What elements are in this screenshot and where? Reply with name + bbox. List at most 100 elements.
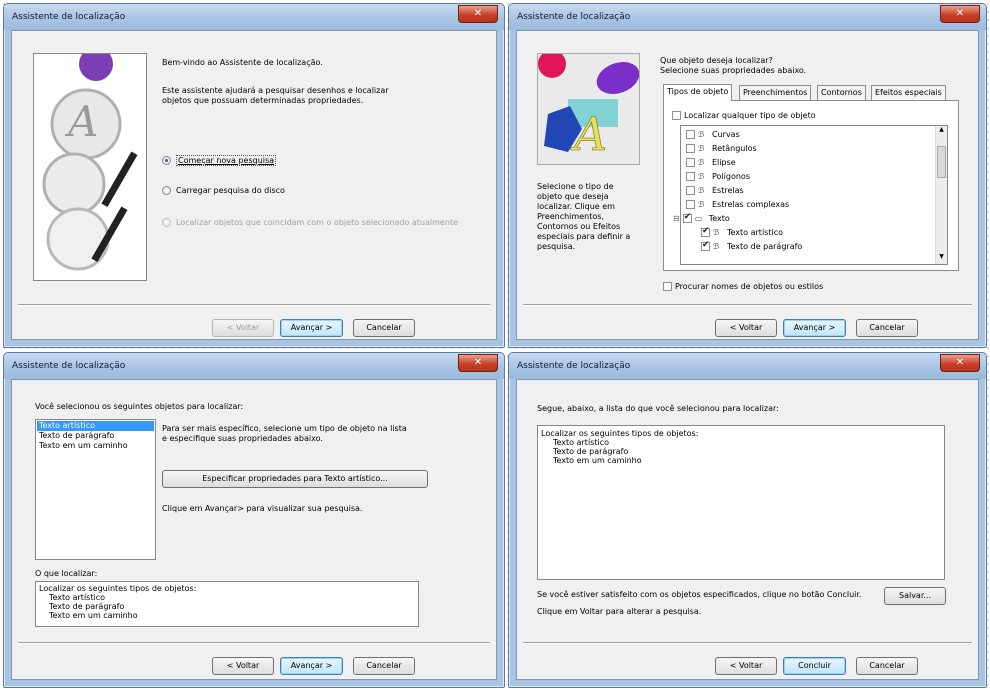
radio-match-selected: Localizar objetos que coincidam com o ob…	[162, 218, 458, 227]
window-title: Assistente de localização	[517, 361, 631, 371]
separator	[523, 642, 972, 644]
list-item[interactable]: Texto artístico	[37, 421, 154, 431]
title-bar[interactable]: Assistente de localização ✕	[509, 4, 986, 30]
next-button[interactable]: Avançar >	[783, 319, 846, 337]
tab-special-effects[interactable]: Efeitos especiais	[871, 85, 946, 100]
tree-label: Texto artístico	[727, 228, 783, 237]
checkbox-indicator[interactable]	[682, 212, 692, 223]
scroll-thumb[interactable]	[937, 146, 946, 178]
radio-indicator[interactable]	[162, 186, 171, 195]
radio-new-search[interactable]: Começar nova pesquisa	[162, 155, 277, 166]
ellipse-icon: ℬ	[698, 158, 705, 167]
search-names-checkbox[interactable]: Procurar nomes de objetos ou estilos	[663, 282, 823, 291]
close-button[interactable]: ✕	[940, 5, 980, 23]
tree-label: Retângulos	[712, 144, 757, 153]
scroll-up-icon[interactable]: ▲	[936, 126, 947, 137]
summary-line: Texto artístico	[49, 593, 105, 602]
list-item[interactable]: Texto em um caminho	[37, 441, 128, 451]
radio-load-search[interactable]: Carregar pesquisa do disco	[162, 186, 285, 195]
back-button[interactable]: < Voltar	[715, 319, 777, 337]
window-title: Assistente de localização	[517, 12, 631, 22]
tree-item-ellipse[interactable]: ℬ Elipse	[686, 158, 736, 167]
what-to-find-label: O que localizar:	[35, 569, 98, 578]
tree-item-rectangles[interactable]: ℬ Retângulos	[686, 144, 757, 153]
final-summary-box: Localizar os seguintes tipos de objetos:…	[537, 425, 945, 580]
tab-object-types[interactable]: Tipos de objeto	[663, 84, 733, 101]
collapse-icon[interactable]: ⊟	[673, 214, 680, 223]
specify-properties-button[interactable]: Especificar propriedades para Texto artí…	[162, 470, 428, 488]
summary-heading: Segue, abaixo, a lista do que você selec…	[537, 404, 779, 413]
tree-item-artistic-text[interactable]: ℬ Texto artístico	[701, 226, 783, 237]
back-button: < Voltar	[212, 319, 274, 337]
object-type-tree[interactable]: ℬ Curvas ℬ Retângulos ℬ Elipse ℬ Polígonos ℬ…	[673, 125, 948, 265]
next-button[interactable]: Avançar >	[280, 657, 343, 675]
tree-label: Polígonos	[712, 172, 750, 181]
checkbox-indicator[interactable]	[686, 200, 695, 209]
tree-label: Estrelas complexas	[712, 200, 790, 209]
tree-item-stars[interactable]: ℬ Estrelas	[686, 186, 744, 195]
wizard-body: Você selecionou os seguintes objetos par…	[11, 379, 497, 680]
tree-item-paragraph-text[interactable]: ℬ Texto de parágrafo	[701, 240, 803, 251]
search-summary-box: Localizar os seguintes tipos de objetos:…	[35, 581, 419, 627]
tab-control: Tipos de objeto Preenchimentos Contornos…	[663, 84, 959, 271]
any-type-checkbox[interactable]: Localizar qualquer tipo de objeto	[672, 111, 816, 120]
close-button[interactable]: ✕	[940, 354, 980, 372]
polygon-icon: ℬ	[698, 172, 705, 181]
satisfied-text: Se você estiver satisfeito com os objeto…	[537, 590, 862, 599]
cancel-button[interactable]: Cancelar	[856, 319, 918, 337]
star-icon: ℬ	[698, 186, 705, 195]
tree-scrollbar[interactable]: ▲ ▼	[935, 126, 947, 264]
cancel-button[interactable]: Cancelar	[856, 657, 918, 675]
specify-help-text: Para ser mais específico, selecione um t…	[162, 424, 407, 443]
summary-line: Localizar os seguintes tipos de objetos:	[39, 584, 197, 593]
curve-icon: ℬ	[698, 130, 705, 139]
next-button[interactable]: Avançar >	[280, 319, 343, 337]
finish-button[interactable]: Concluir	[783, 657, 846, 675]
cancel-button[interactable]: Cancelar	[353, 319, 415, 337]
welcome-description: Este assistente ajudará a pesquisar dese…	[162, 86, 389, 105]
back-button[interactable]: < Voltar	[715, 657, 777, 675]
checkbox-indicator[interactable]	[663, 282, 672, 291]
tree-item-text[interactable]: ⊟ ▭ Texto	[673, 212, 730, 223]
tab-fills[interactable]: Preenchimentos	[739, 85, 812, 100]
radio-label: Carregar pesquisa do disco	[176, 186, 285, 195]
preview-hint: Clique em Avançar> para visualizar sua p…	[162, 504, 363, 513]
title-bar[interactable]: Assistente de localização ✕	[4, 353, 504, 379]
close-button[interactable]: ✕	[458, 354, 498, 372]
checkbox-indicator[interactable]	[686, 130, 695, 139]
radio-indicator[interactable]	[162, 156, 171, 165]
checkbox-indicator[interactable]	[686, 158, 695, 167]
tree-label: Texto de parágrafo	[727, 242, 803, 251]
tree-item-complex-stars[interactable]: ℬ Estrelas complexas	[686, 200, 789, 209]
checkbox-indicator[interactable]	[701, 226, 710, 237]
checkbox-indicator[interactable]	[686, 172, 695, 181]
tree-label: Estrelas	[712, 186, 744, 195]
checkbox-label: Localizar qualquer tipo de objeto	[684, 111, 816, 120]
checkbox-indicator[interactable]	[701, 240, 710, 251]
tab-outlines[interactable]: Contornos	[817, 85, 866, 100]
tree-label: Texto	[708, 214, 730, 223]
wizard-window-selected-objects: Assistente de localização ✕ Você selecio…	[3, 352, 505, 688]
magnifier-art-icon: A	[42, 54, 138, 271]
selected-object-list[interactable]: Texto artístico Texto de parágrafo Texto…	[35, 419, 156, 560]
list-item[interactable]: Texto de parágrafo	[37, 431, 114, 441]
window-title: Assistente de localização	[12, 361, 126, 371]
checkbox-indicator[interactable]	[672, 111, 681, 120]
title-bar[interactable]: Assistente de localização ✕	[4, 4, 504, 30]
scroll-down-icon[interactable]: ▼	[936, 253, 947, 264]
tree-item-polygons[interactable]: ℬ Polígonos	[686, 172, 750, 181]
magnifier-illustration: A	[33, 53, 147, 281]
close-button[interactable]: ✕	[458, 5, 498, 23]
tree-item-curves[interactable]: ℬ Curvas	[686, 130, 740, 139]
wizard-window-object-type: Assistente de localização ✕ A Que objeto…	[508, 3, 987, 348]
save-button[interactable]: Salvar...	[884, 587, 946, 605]
question-line-1: Que objeto deseja localizar?	[660, 56, 773, 65]
back-button[interactable]: < Voltar	[212, 657, 274, 675]
cancel-button[interactable]: Cancelar	[353, 657, 415, 675]
checkbox-indicator[interactable]	[686, 144, 695, 153]
welcome-heading: Bem-vindo ao Assistente de localização.	[162, 58, 323, 67]
text-object-icon: ℬ	[713, 242, 720, 251]
tree-label: Elipse	[712, 158, 736, 167]
checkbox-indicator[interactable]	[686, 186, 695, 195]
title-bar[interactable]: Assistente de localização ✕	[509, 353, 986, 379]
